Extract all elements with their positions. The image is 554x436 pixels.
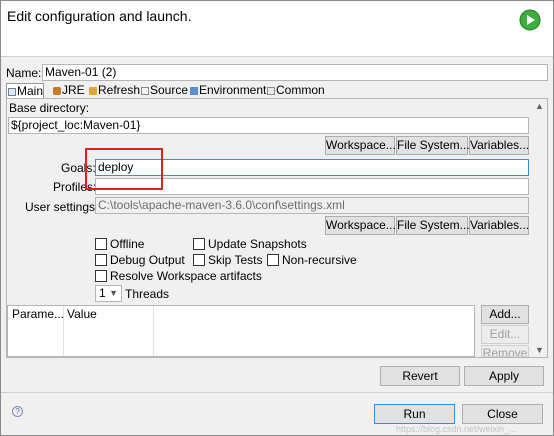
tab-source[interactable]: Source [140, 83, 188, 98]
file-system-button-2[interactable]: File System... [396, 216, 470, 235]
update-snapshots-checkbox-box[interactable] [193, 238, 205, 250]
close-button[interactable]: Close [462, 404, 543, 424]
threads-label: Threads [125, 287, 170, 301]
panel-scrollbar[interactable]: ▲ ▼ [532, 99, 546, 357]
tab-jre[interactable]: JRE [52, 83, 86, 98]
workspace-button-2[interactable]: Workspace... [325, 216, 396, 235]
scroll-down-icon[interactable]: ▼ [535, 345, 544, 355]
common-tab-icon [267, 87, 275, 95]
resolve-workspace-checkbox[interactable]: Resolve Workspace artifacts [95, 269, 262, 283]
name-label: Name: [6, 66, 42, 80]
base-directory-label: Base directory: [9, 101, 90, 115]
non-recursive-checkbox[interactable]: Non-recursive [267, 253, 357, 267]
skip-tests-checkbox-box[interactable] [193, 254, 205, 266]
file-system-button[interactable]: File System... [396, 136, 470, 155]
table-column-divider [153, 306, 154, 356]
resolve-workspace-checkbox-box[interactable] [95, 270, 107, 282]
remove-button[interactable]: Remove [481, 345, 529, 357]
source-tab-icon [141, 87, 149, 95]
skip-tests-checkbox[interactable]: Skip Tests [193, 253, 262, 267]
update-snapshots-checkbox[interactable]: Update Snapshots [193, 237, 307, 251]
variables-button-2[interactable]: Variables... [469, 216, 529, 235]
edit-button[interactable]: Edit... [481, 325, 529, 344]
table-column-divider [63, 306, 64, 356]
offline-checkbox[interactable]: Offline [95, 237, 144, 251]
goals-highlight-box [85, 148, 163, 190]
tab-common[interactable]: Common [266, 83, 325, 98]
debug-output-checkbox[interactable]: Debug Output [95, 253, 185, 267]
revert-button[interactable]: Revert [380, 366, 460, 386]
threads-spinner[interactable]: 1 ▼ [95, 285, 122, 302]
table-header-value[interactable]: Value [63, 306, 97, 322]
footer-separator [1, 392, 553, 393]
non-recursive-checkbox-box[interactable] [267, 254, 279, 266]
chevron-down-icon[interactable]: ▼ [109, 286, 118, 301]
add-button[interactable]: Add... [481, 305, 529, 324]
table-header-parameter[interactable]: Parame... [8, 306, 64, 322]
run-play-icon [519, 9, 541, 31]
environment-tab-icon [190, 87, 198, 95]
user-settings-input[interactable]: C:\tools\apache-maven-3.6.0\conf\setting… [95, 197, 529, 214]
refresh-tab-icon [89, 87, 97, 95]
base-directory-input[interactable]: ${project_loc:Maven-01} [8, 117, 529, 134]
tab-main[interactable]: Main [6, 83, 44, 99]
name-input[interactable]: Maven-01 (2) [42, 64, 548, 81]
workspace-button[interactable]: Workspace... [325, 136, 396, 155]
user-settings-label: User settings: [25, 200, 99, 214]
tab-refresh[interactable]: Refresh [88, 83, 140, 98]
parameters-table[interactable]: Parame... Value [7, 305, 475, 357]
run-button[interactable]: Run [374, 404, 455, 424]
main-tab-icon [8, 88, 16, 96]
jre-tab-icon [53, 87, 61, 95]
debug-output-checkbox-box[interactable] [95, 254, 107, 266]
offline-checkbox-box[interactable] [95, 238, 107, 250]
tab-environment[interactable]: Environment [189, 83, 266, 98]
scroll-up-icon[interactable]: ▲ [535, 101, 544, 111]
dialog-title: Edit configuration and launch. [7, 8, 192, 24]
watermark: https://blog.csdn.net/weixin_... [396, 424, 517, 434]
variables-button[interactable]: Variables... [469, 136, 529, 155]
dialog-header: Edit configuration and launch. [1, 1, 553, 57]
apply-button[interactable]: Apply [464, 366, 544, 386]
help-icon[interactable]: ? [12, 406, 23, 417]
